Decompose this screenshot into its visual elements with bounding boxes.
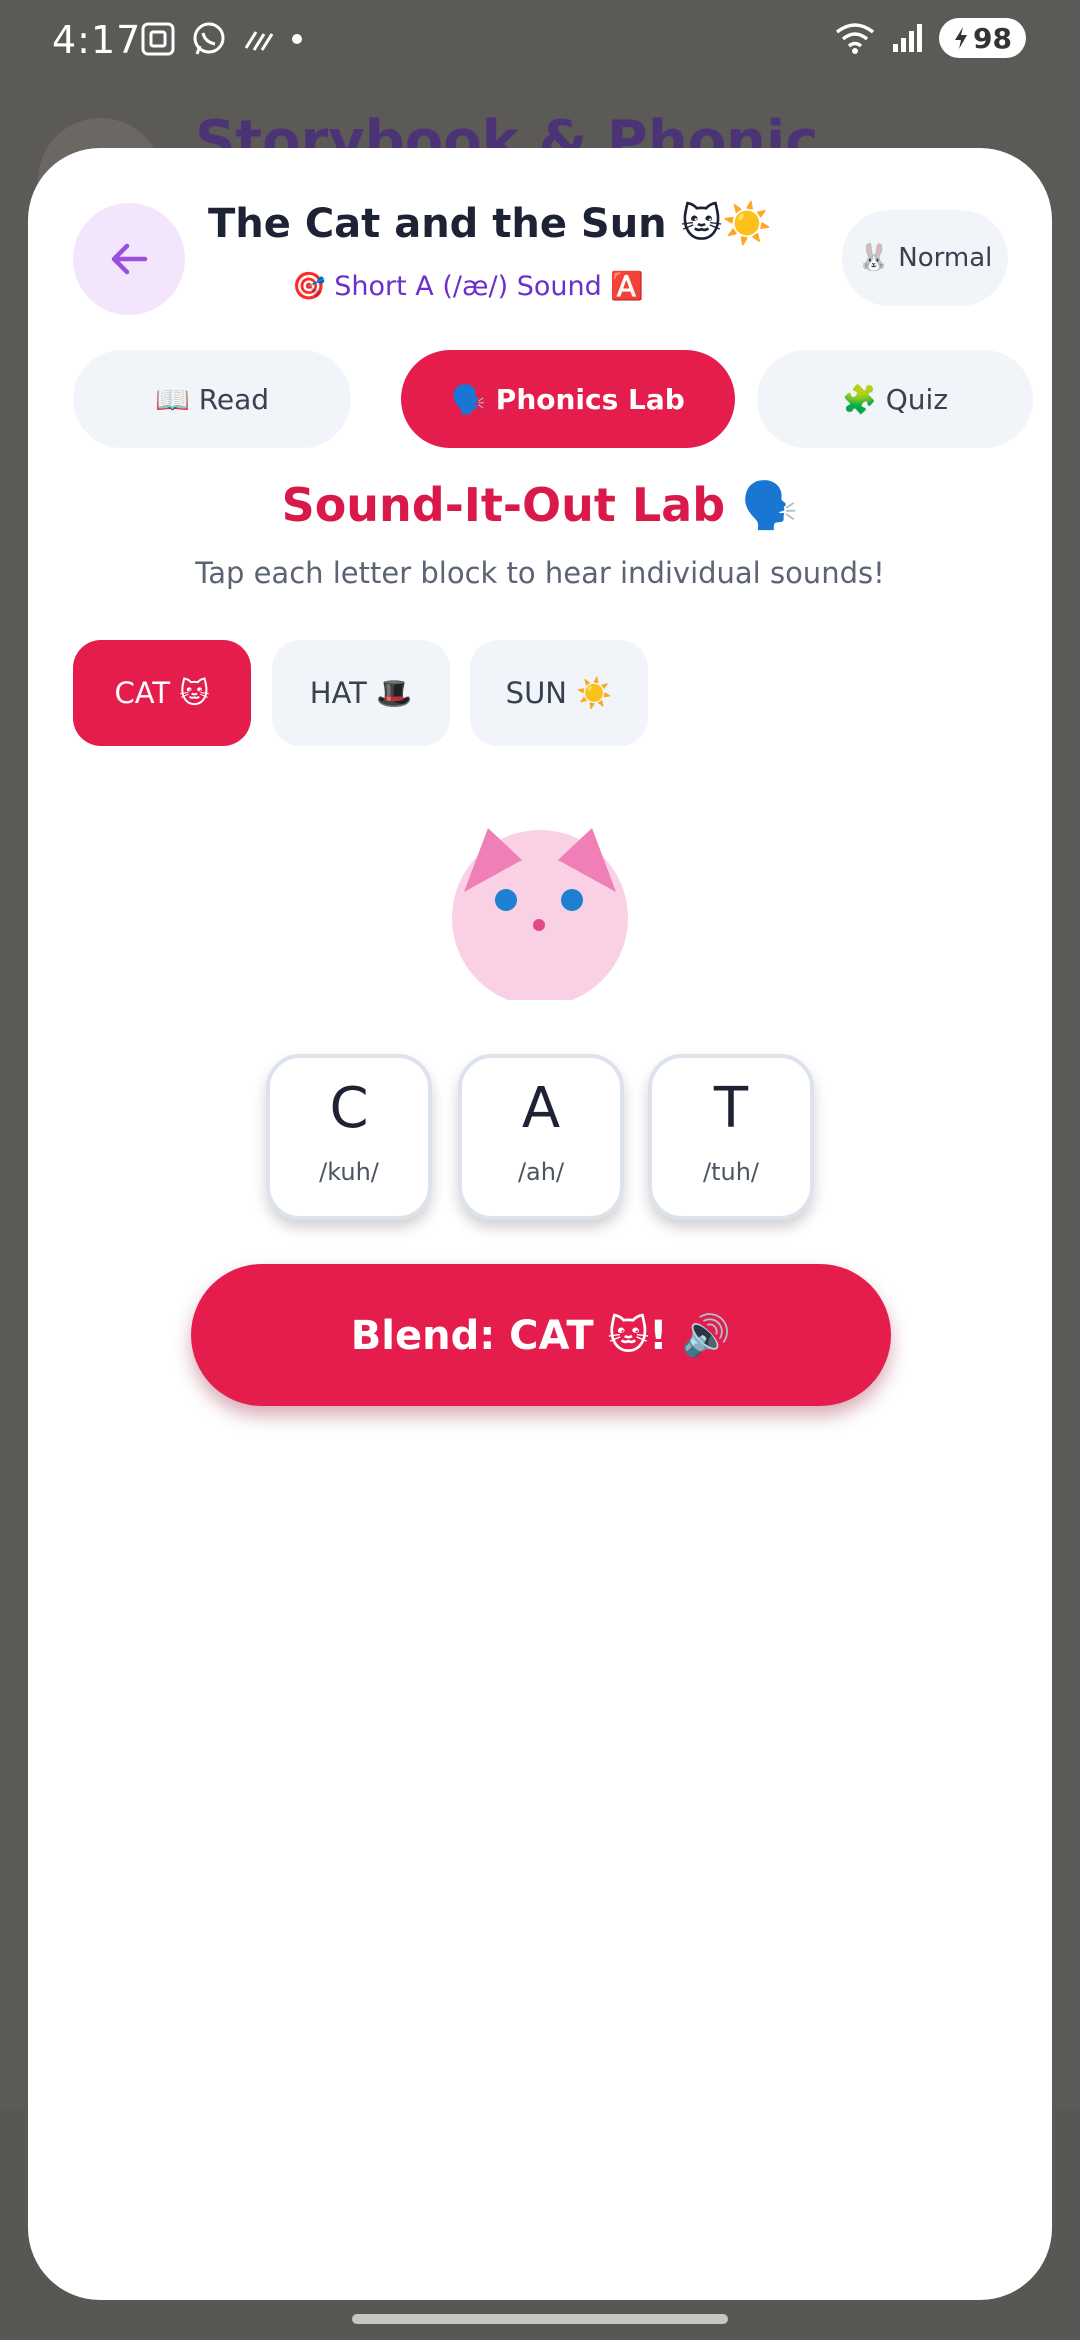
arrow-left-icon: [111, 243, 148, 275]
signal-lines-icon: [244, 31, 274, 51]
home-indicator[interactable]: [352, 2314, 728, 2324]
battery-bolt-icon: [955, 27, 968, 49]
blend-button[interactable]: Blend: CAT 🐱! 🔊: [191, 1264, 891, 1406]
tab-read-label: 📖 Read: [154, 382, 270, 416]
word-chip-sun[interactable]: SUN ☀️: [470, 640, 648, 746]
letter-char: A: [521, 1076, 561, 1141]
letter-sound: /tuh/: [702, 1158, 759, 1186]
blend-button-label: Blend: CAT 🐱! 🔊: [350, 1312, 732, 1359]
dot-icon: [292, 34, 302, 44]
letter-sound: /kuh/: [319, 1158, 379, 1186]
word-chip-hat[interactable]: HAT 🎩: [272, 640, 450, 746]
screenshot-icon: [141, 22, 175, 56]
tab-quiz[interactable]: 🧩 Quiz: [757, 350, 1033, 448]
cat-right-eye: [561, 889, 583, 911]
status-bar: 4:17 98: [0, 0, 1080, 80]
battery-level: 98: [973, 21, 1012, 55]
cat-left-eye: [495, 889, 517, 911]
speed-mode-label: 🐰 Normal: [857, 243, 993, 273]
back-button[interactable]: [73, 203, 185, 315]
letter-block-c[interactable]: C /kuh/: [266, 1054, 432, 1220]
cell-signal-icon: [893, 24, 923, 52]
tab-read[interactable]: 📖 Read: [73, 350, 351, 448]
word-chip-cat[interactable]: CAT 🐱: [73, 640, 251, 746]
word-chip-label: HAT 🎩: [309, 675, 413, 710]
story-title: The Cat and the Sun 🐱☀️: [208, 201, 773, 247]
letter-block-t[interactable]: T /tuh/: [648, 1054, 814, 1220]
cat-nose: [533, 919, 545, 931]
whatsapp-icon: [193, 22, 225, 55]
lab-instruction: Tap each letter block to hear individual…: [195, 556, 885, 590]
word-chip-label: SUN ☀️: [505, 675, 613, 710]
status-system-icons: 98: [833, 18, 1026, 58]
wifi-icon: [835, 23, 875, 54]
battery-indicator: 98: [939, 18, 1026, 58]
tab-quiz-label: 🧩 Quiz: [841, 382, 949, 416]
background-page-title: Storybook & Phonics 📚: [195, 109, 815, 148]
letter-char: T: [713, 1076, 749, 1141]
letter-blocks: C /kuh/ A /ah/ T /tuh/: [266, 1054, 818, 1220]
tab-phonics-lab[interactable]: 🗣️ Phonics Lab: [401, 350, 735, 448]
status-time: 4:17: [52, 18, 142, 62]
tab-bar: 📖 Read 🗣️ Phonics Lab 🧩 Quiz: [73, 350, 1033, 448]
tab-phonics-lab-label: 🗣️ Phonics Lab: [451, 382, 685, 416]
word-chip-label: CAT 🐱: [114, 676, 210, 710]
cat-face-illustration: [452, 828, 628, 1000]
letter-char: C: [329, 1076, 369, 1141]
letter-sound: /ah/: [517, 1158, 565, 1186]
status-notification-icons: [140, 20, 304, 58]
story-sheet: The Cat and the Sun 🐱☀️ 🎯 Short A (/æ/) …: [28, 148, 1052, 2300]
speed-mode-button[interactable]: 🐰 Normal: [842, 210, 1008, 306]
lab-title: Sound-It-Out Lab 🗣️: [281, 478, 799, 532]
phonics-target: 🎯 Short A (/æ/) Sound 🅰️: [292, 271, 644, 302]
letter-block-a[interactable]: A /ah/: [458, 1054, 624, 1220]
